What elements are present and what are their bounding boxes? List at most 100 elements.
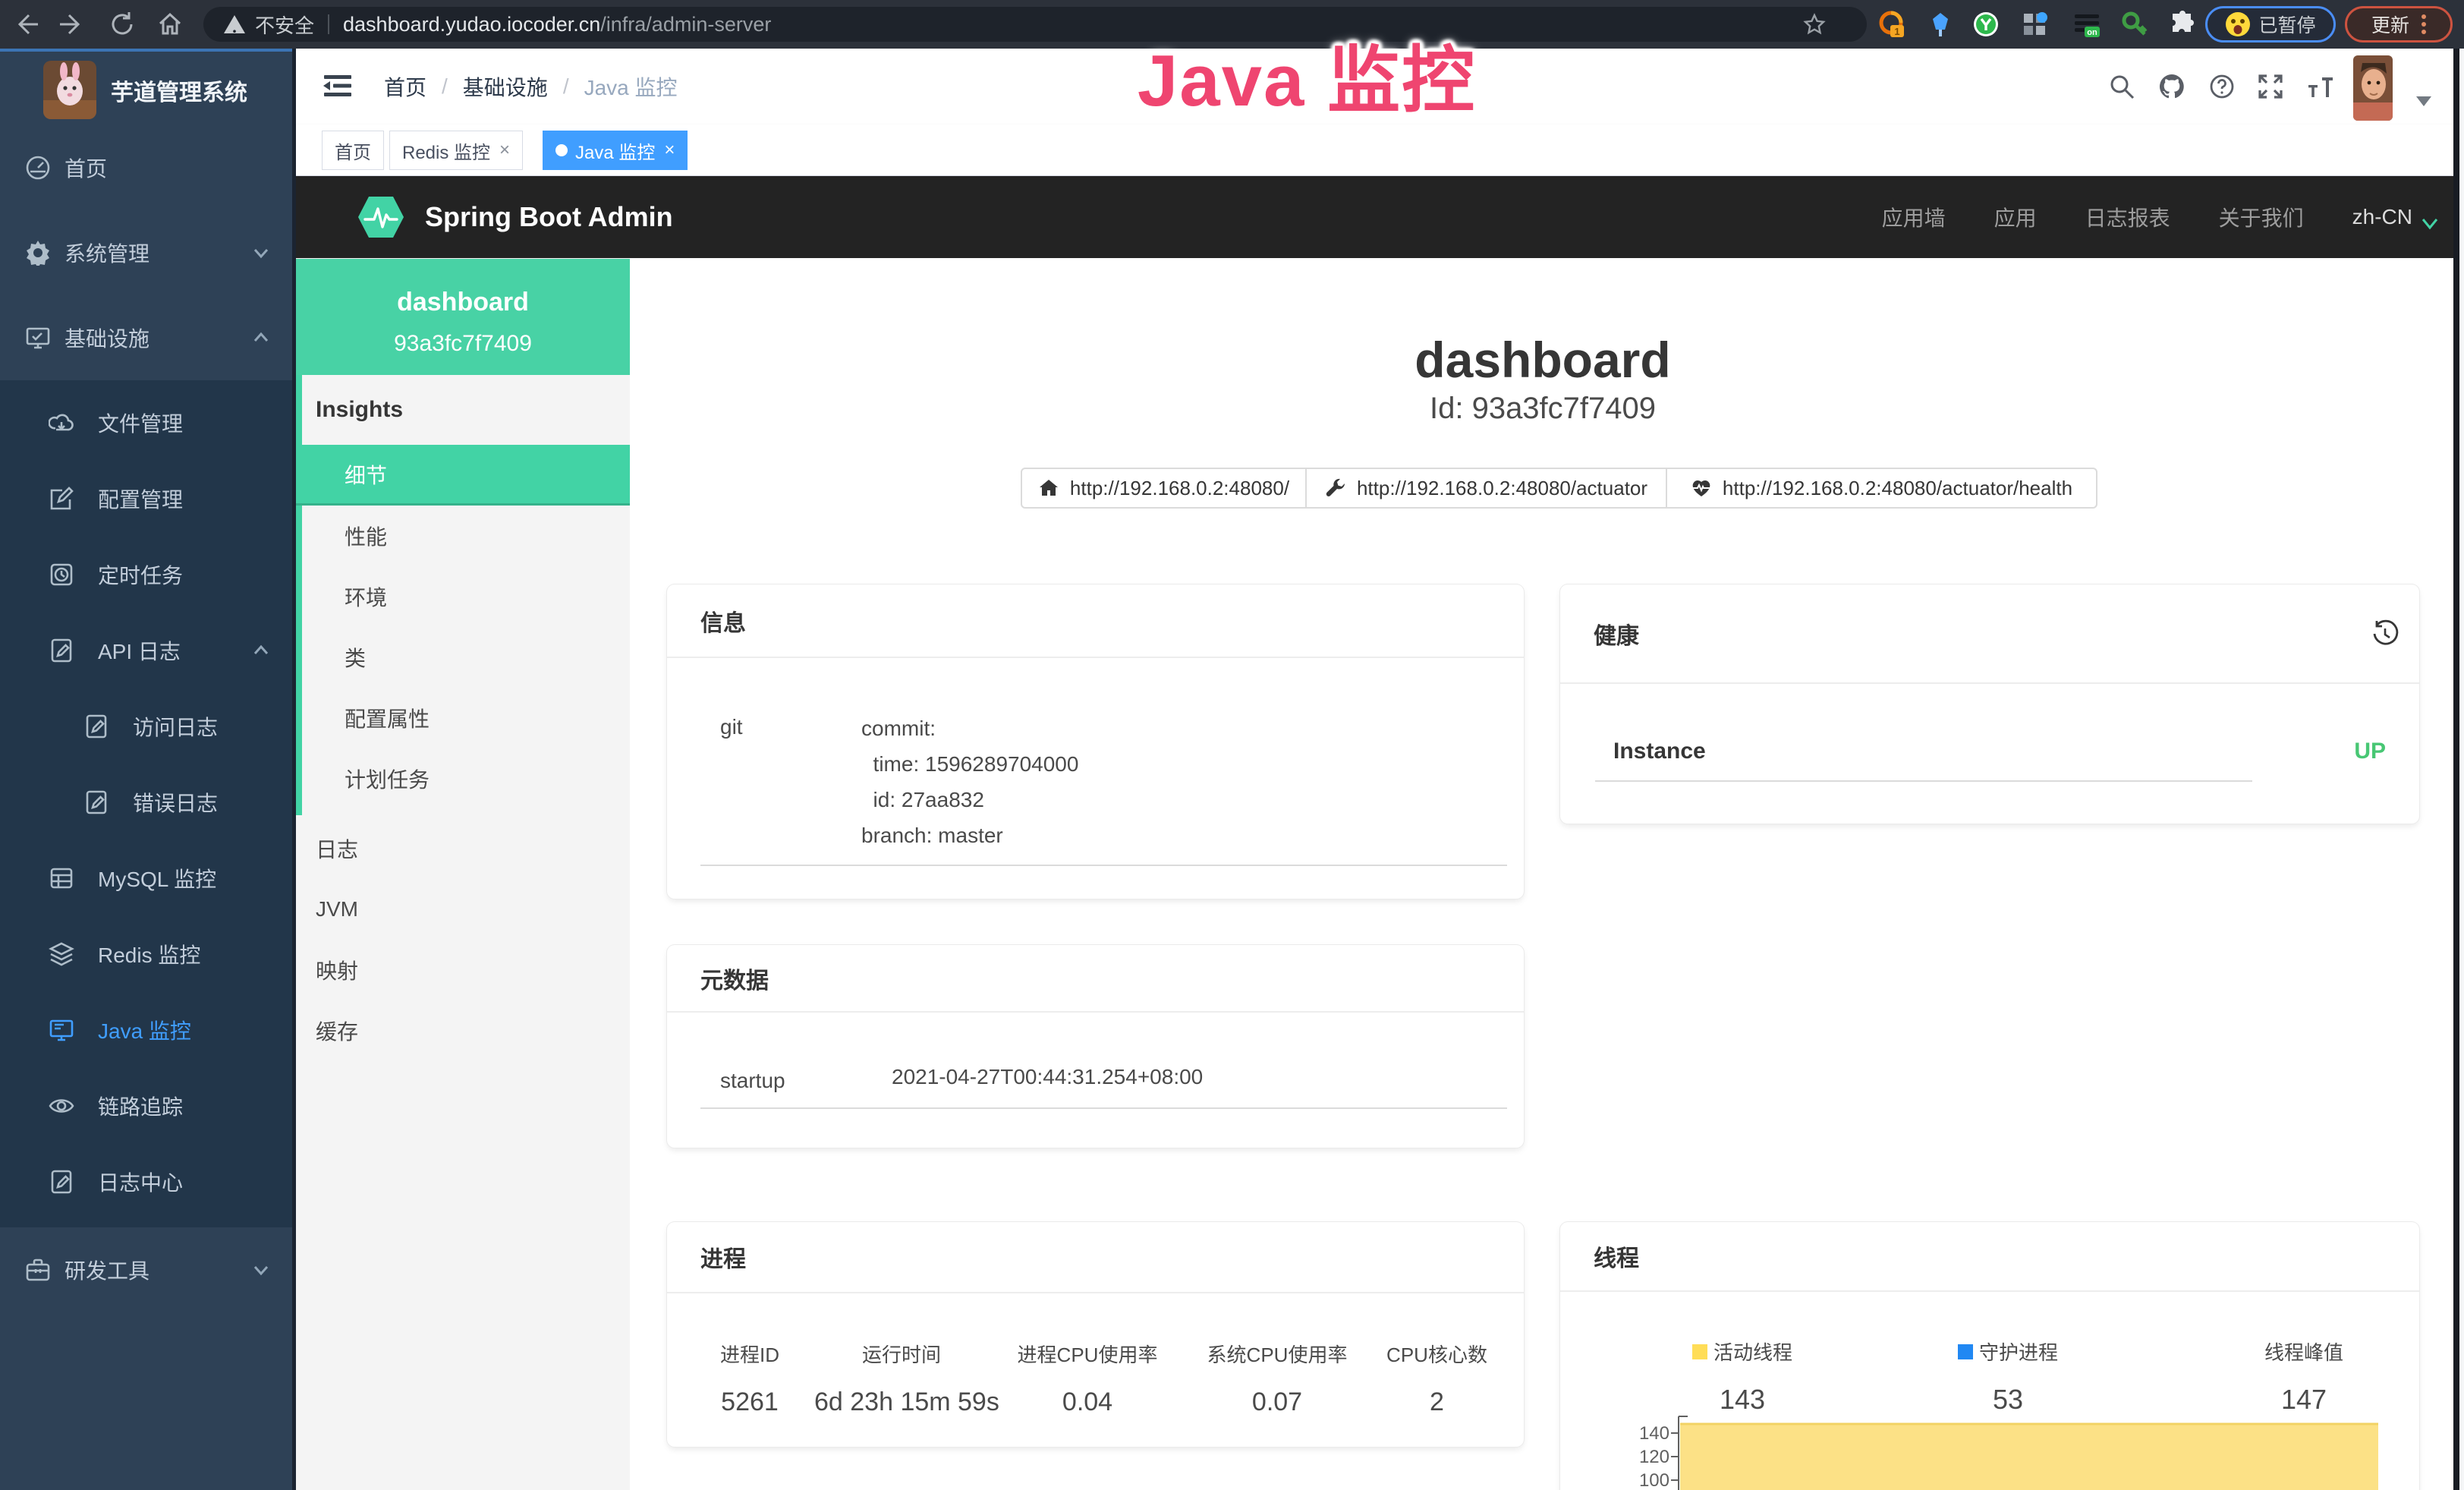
- browser-scrollbar[interactable]: [2459, 49, 2464, 1490]
- close-icon[interactable]: ×: [499, 141, 510, 159]
- extension-y-icon[interactable]: [1972, 10, 2000, 39]
- process-col-cpus: CPU核心数: [1368, 1340, 1506, 1368]
- address-bar[interactable]: 不安全 dashboard.yudao.iocoder.cn/infra/adm…: [203, 7, 1867, 42]
- endpoint-health-button[interactable]: http://192.168.0.2:48080/actuator/health: [1666, 468, 2097, 509]
- stat-label: 守护进程: [1894, 1337, 2122, 1366]
- home-icon: [1038, 477, 1059, 499]
- sba-nav-journal[interactable]: 日志报表: [2085, 202, 2170, 232]
- info-card: 信息 git commit: time: 1596289704000 id: 2…: [667, 584, 1524, 899]
- home-icon[interactable]: [156, 11, 184, 38]
- sba-locale-select[interactable]: zh-CN: [2352, 205, 2438, 229]
- sba-menu-scheduled-tasks[interactable]: 计划任务: [296, 748, 630, 809]
- user-avatar[interactable]: [2353, 55, 2393, 121]
- threads-card-title: 线程: [1560, 1222, 2419, 1292]
- sba-nav-about[interactable]: 关于我们: [2219, 202, 2304, 232]
- tab-java-monitor[interactable]: Java 监控 ×: [543, 131, 688, 170]
- caret-down-icon[interactable]: [2415, 94, 2433, 108]
- infrastructure-submenu: 文件管理 配置管理 定时任务 API 日志 访问日志 错误日志: [0, 380, 292, 1227]
- sba-navbar: Spring Boot Admin 应用墙 应用 日志报表 关于我们 zh-CN: [296, 176, 2453, 258]
- sba-nav-wall[interactable]: 应用墙: [1882, 202, 1946, 232]
- extension-grid-icon[interactable]: [2020, 10, 2049, 39]
- sba-app-box[interactable]: dashboard 93a3fc7f7409: [296, 259, 630, 375]
- sba-menu-config-props[interactable]: 配置属性: [296, 688, 630, 748]
- sba-menu-environment[interactable]: 环境: [296, 566, 630, 627]
- sidebar-item-system[interactable]: 系统管理: [0, 210, 292, 295]
- search-icon[interactable]: [2108, 73, 2135, 100]
- sidebar-item-tracing[interactable]: 链路追踪: [0, 1068, 292, 1144]
- sidebar-item-mysql-monitor[interactable]: MySQL 监控: [0, 840, 292, 916]
- breadcrumb-separator: /: [563, 74, 569, 99]
- process-card: 进程 进程ID 运行时间 进程CPU使用率 系统CPU使用率 CPU核心数 52…: [667, 1222, 1524, 1447]
- sidebar-item-config-manage[interactable]: 配置管理: [0, 461, 292, 537]
- sidebar-item-java-monitor[interactable]: Java 监控: [0, 992, 292, 1068]
- paused-extension-pill[interactable]: 已暂停: [2205, 6, 2336, 43]
- github-icon[interactable]: [2158, 73, 2186, 100]
- sidebar-item-access-log[interactable]: 访问日志: [0, 688, 292, 764]
- sba-nav-applications[interactable]: 应用: [1994, 202, 2037, 232]
- extension-pin-icon[interactable]: [1926, 10, 1955, 39]
- sba-menu-item-label: 计划任务: [345, 764, 430, 794]
- sba-menu-jvm[interactable]: JVM: [296, 879, 630, 940]
- sidebar-item-api-log[interactable]: API 日志: [0, 613, 292, 688]
- sidebar-item-log-center[interactable]: 日志中心: [0, 1144, 292, 1220]
- help-icon[interactable]: [2208, 73, 2236, 100]
- sba-menu-metrics[interactable]: 性能: [296, 506, 630, 566]
- back-icon[interactable]: [12, 11, 39, 38]
- info-card-title: 信息: [667, 584, 1524, 658]
- sba-menu-logs[interactable]: 日志: [296, 818, 630, 879]
- sidebar-item-error-log[interactable]: 错误日志: [0, 764, 292, 840]
- tab-redis-monitor[interactable]: Redis 监控 ×: [389, 131, 523, 170]
- health-card: 健康 Instance UP: [1560, 584, 2419, 824]
- sidebar-item-dev-tools[interactable]: 研发工具: [0, 1227, 292, 1312]
- font-size-icon[interactable]: [2307, 73, 2334, 100]
- process-col-process-cpu: 进程CPU使用率: [989, 1340, 1186, 1368]
- info-row-value: commit: time: 1596289704000 id: 27aa832 …: [861, 710, 1078, 853]
- sidebar-item-scheduled-jobs[interactable]: 定时任务: [0, 537, 292, 613]
- breadcrumb-home[interactable]: 首页: [384, 71, 426, 102]
- extension-list-on-icon[interactable]: on: [2072, 10, 2101, 39]
- extension-update-icon[interactable]: 1: [1877, 10, 1905, 39]
- row-divider: [700, 1107, 1507, 1109]
- breadcrumb-section[interactable]: 基础设施: [463, 71, 548, 102]
- forward-icon[interactable]: [58, 11, 86, 38]
- app-sidebar: 芋道管理系统 首页 系统管理 基础设施 文件管理 配置管理: [0, 49, 296, 1490]
- endpoint-home-button[interactable]: http://192.168.0.2:48080/: [1021, 468, 1306, 509]
- sba-menu-details[interactable]: 细节: [296, 445, 630, 506]
- sidebar-item-redis-monitor[interactable]: Redis 监控: [0, 916, 292, 992]
- sidebar-item-label: Redis 监控: [98, 939, 200, 969]
- hamburger-icon[interactable]: [323, 71, 353, 101]
- url-path: /infra/admin-server: [600, 13, 771, 36]
- fullscreen-icon[interactable]: [2257, 73, 2284, 100]
- sidebar-item-label: 链路追踪: [98, 1091, 183, 1121]
- security-label: 不安全: [255, 11, 314, 39]
- history-icon[interactable]: [2371, 619, 2399, 648]
- shocked-emoji-icon: [2225, 11, 2251, 37]
- table-row: 5261 6d 23h 15m 59s 0.04 0.07 2: [685, 1368, 1506, 1417]
- browser-update-button[interactable]: 更新: [2345, 6, 2453, 43]
- sba-app-id: 93a3fc7f7409: [296, 331, 630, 357]
- app-logo[interactable]: [43, 61, 96, 119]
- close-icon[interactable]: ×: [664, 141, 675, 159]
- tab-label: Java 监控: [575, 137, 655, 164]
- sidebar-item-home[interactable]: 首页: [0, 125, 292, 210]
- heartbeat-icon: [1691, 477, 1712, 499]
- extensions-puzzle-icon[interactable]: [2168, 10, 2197, 39]
- sba-menu-caches[interactable]: 缓存: [296, 1000, 630, 1061]
- sba-menu-classes[interactable]: 类: [296, 627, 630, 688]
- endpoint-actuator-button[interactable]: http://192.168.0.2:48080/actuator: [1306, 468, 1666, 509]
- sidebar-item-label: 首页: [65, 153, 107, 183]
- sba-brand-title[interactable]: Spring Boot Admin: [425, 176, 673, 258]
- paused-label: 已暂停: [2258, 11, 2315, 38]
- reload-icon[interactable]: [109, 11, 136, 38]
- stat-label-text: 守护进程: [1979, 1337, 2058, 1366]
- bookmark-star-icon[interactable]: [1803, 13, 1826, 36]
- health-row-label[interactable]: Instance: [1613, 739, 1706, 764]
- process-card-title: 进程: [667, 1222, 1524, 1293]
- layers-icon: [49, 941, 74, 967]
- sidebar-item-label: 基础设施: [65, 323, 149, 353]
- sba-menu-mappings[interactable]: 映射: [296, 940, 630, 1000]
- extension-key-icon[interactable]: [2120, 10, 2149, 39]
- tab-home[interactable]: 首页: [322, 131, 384, 170]
- sidebar-item-infrastructure[interactable]: 基础设施: [0, 295, 292, 380]
- sidebar-item-file-manage[interactable]: 文件管理: [0, 385, 292, 461]
